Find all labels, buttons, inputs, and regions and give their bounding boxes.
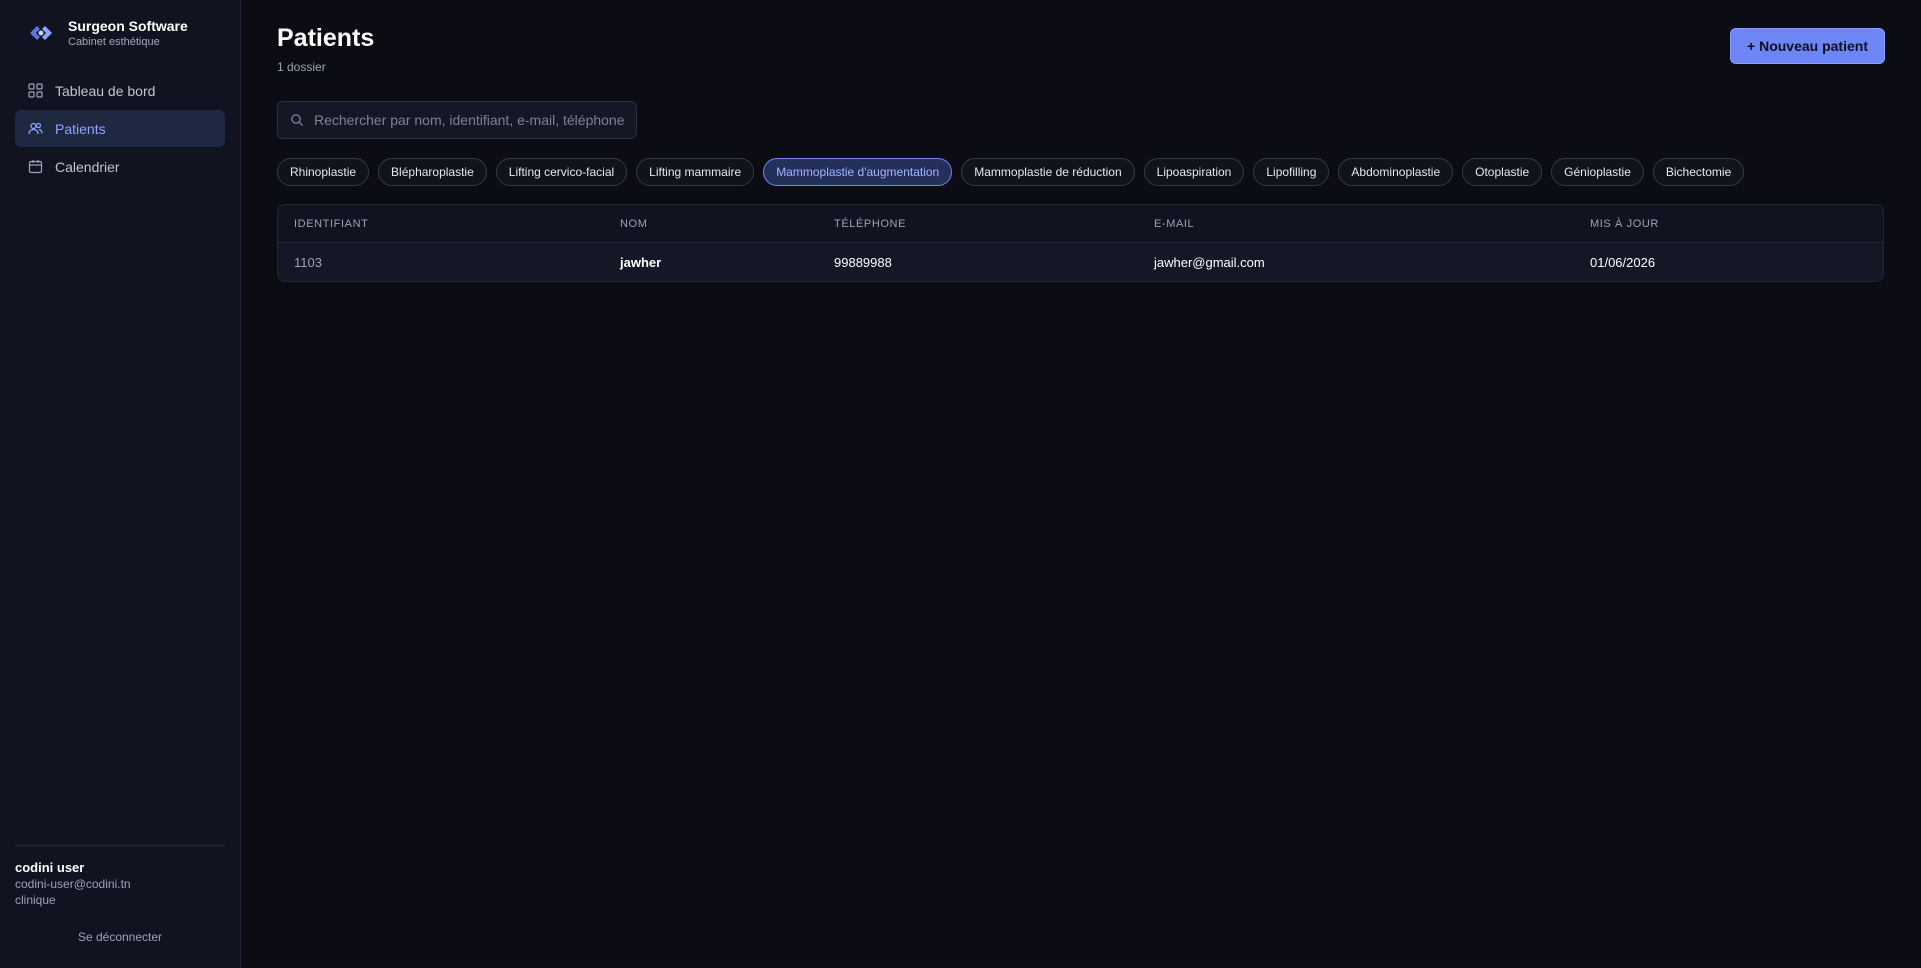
filter-chip-mammoplastie-reduction[interactable]: Mammoplastie de réduction [961, 158, 1135, 186]
column-header-mis-a-jour[interactable]: MIS À JOUR [1574, 218, 1883, 230]
logout-button[interactable]: Se déconnecter [15, 930, 225, 944]
user-email: codini-user@codini.tn [15, 877, 131, 891]
procedure-filters: Rhinoplastie Blépharoplastie Lifting cer… [277, 158, 1745, 186]
user-block: codini user codini-user@codini.tn cliniq… [15, 845, 225, 944]
filter-chip-bichectomie[interactable]: Bichectomie [1652, 158, 1745, 186]
search-box[interactable] [277, 101, 637, 139]
filter-chip-lifting-cervico-facial[interactable]: Lifting cervico-facial [495, 158, 628, 186]
column-header-email[interactable]: E-MAIL [1138, 218, 1574, 230]
user-role: clinique [15, 893, 56, 907]
user-name: codini user [15, 860, 85, 875]
sidebar-item-label: Patients [55, 120, 106, 137]
cell-nom: jawher [620, 254, 662, 270]
filter-chip-otoplastie[interactable]: Otoplastie [1462, 158, 1543, 186]
sidebar-item-label: Calendrier [55, 158, 120, 175]
column-header-identifiant[interactable]: IDENTIFIANT [278, 218, 604, 230]
brand-subtitle: Cabinet esthétique [68, 35, 160, 48]
sidebar-item-label: Tableau de bord [55, 82, 156, 99]
brand-name: Surgeon Software [68, 17, 188, 34]
filter-chip-genioplastie[interactable]: Génioplastie [1551, 158, 1644, 186]
sidebar-nav: Tableau de bord Patients Calendrier [0, 72, 240, 185]
table-header: IDENTIFIANT NOM TÉLÉPHONE E-MAIL MIS À J… [278, 205, 1883, 243]
dashboard-icon [28, 83, 43, 98]
brand: Surgeon Software Cabinet esthétique [0, 0, 240, 50]
filter-chip-lifting-mammaire[interactable]: Lifting mammaire [636, 158, 755, 186]
filter-chip-lipoaspiration[interactable]: Lipoaspiration [1143, 158, 1245, 186]
table-row[interactable]: 1103 jawher 99889988 jawher@gmail.com 01… [278, 243, 1883, 281]
filter-chip-abdominoplastie[interactable]: Abdominoplastie [1338, 158, 1454, 186]
new-patient-button[interactable]: + Nouveau patient [1730, 28, 1885, 64]
record-count: 1 dossier [277, 60, 326, 74]
sidebar-item-calendar[interactable]: Calendrier [15, 148, 225, 185]
column-header-telephone[interactable]: TÉLÉPHONE [818, 218, 1138, 230]
cell-email: jawher@gmail.com [1154, 254, 1265, 270]
main-content: Patients 1 dossier + Nouveau patient Rhi… [241, 0, 1921, 968]
search-icon [290, 113, 304, 127]
filter-chip-lipofilling[interactable]: Lipofilling [1253, 158, 1330, 186]
page-title: Patients [277, 24, 375, 52]
filter-chip-mammoplastie-augmentation[interactable]: Mammoplastie d'augmentation [763, 158, 953, 186]
search-input[interactable] [314, 112, 624, 128]
patients-table: IDENTIFIANT NOM TÉLÉPHONE E-MAIL MIS À J… [277, 204, 1884, 282]
column-header-nom[interactable]: NOM [604, 218, 818, 230]
filter-chip-rhinoplastie[interactable]: Rhinoplastie [277, 158, 370, 186]
calendar-icon [28, 159, 43, 174]
filter-chip-blepharoplastie[interactable]: Blépharoplastie [378, 158, 487, 186]
cell-mis-a-jour: 01/06/2026 [1590, 254, 1656, 270]
cell-telephone: 99889988 [834, 254, 892, 270]
sidebar-item-dashboard[interactable]: Tableau de bord [15, 72, 225, 109]
cell-identifiant: 1103 [294, 254, 322, 270]
app: Surgeon Software Cabinet esthétique Tabl… [0, 0, 1921, 968]
sidebar-item-patients[interactable]: Patients [15, 110, 225, 147]
users-icon [28, 121, 43, 136]
brand-logo-icon [30, 26, 52, 40]
sidebar: Surgeon Software Cabinet esthétique Tabl… [0, 0, 241, 968]
